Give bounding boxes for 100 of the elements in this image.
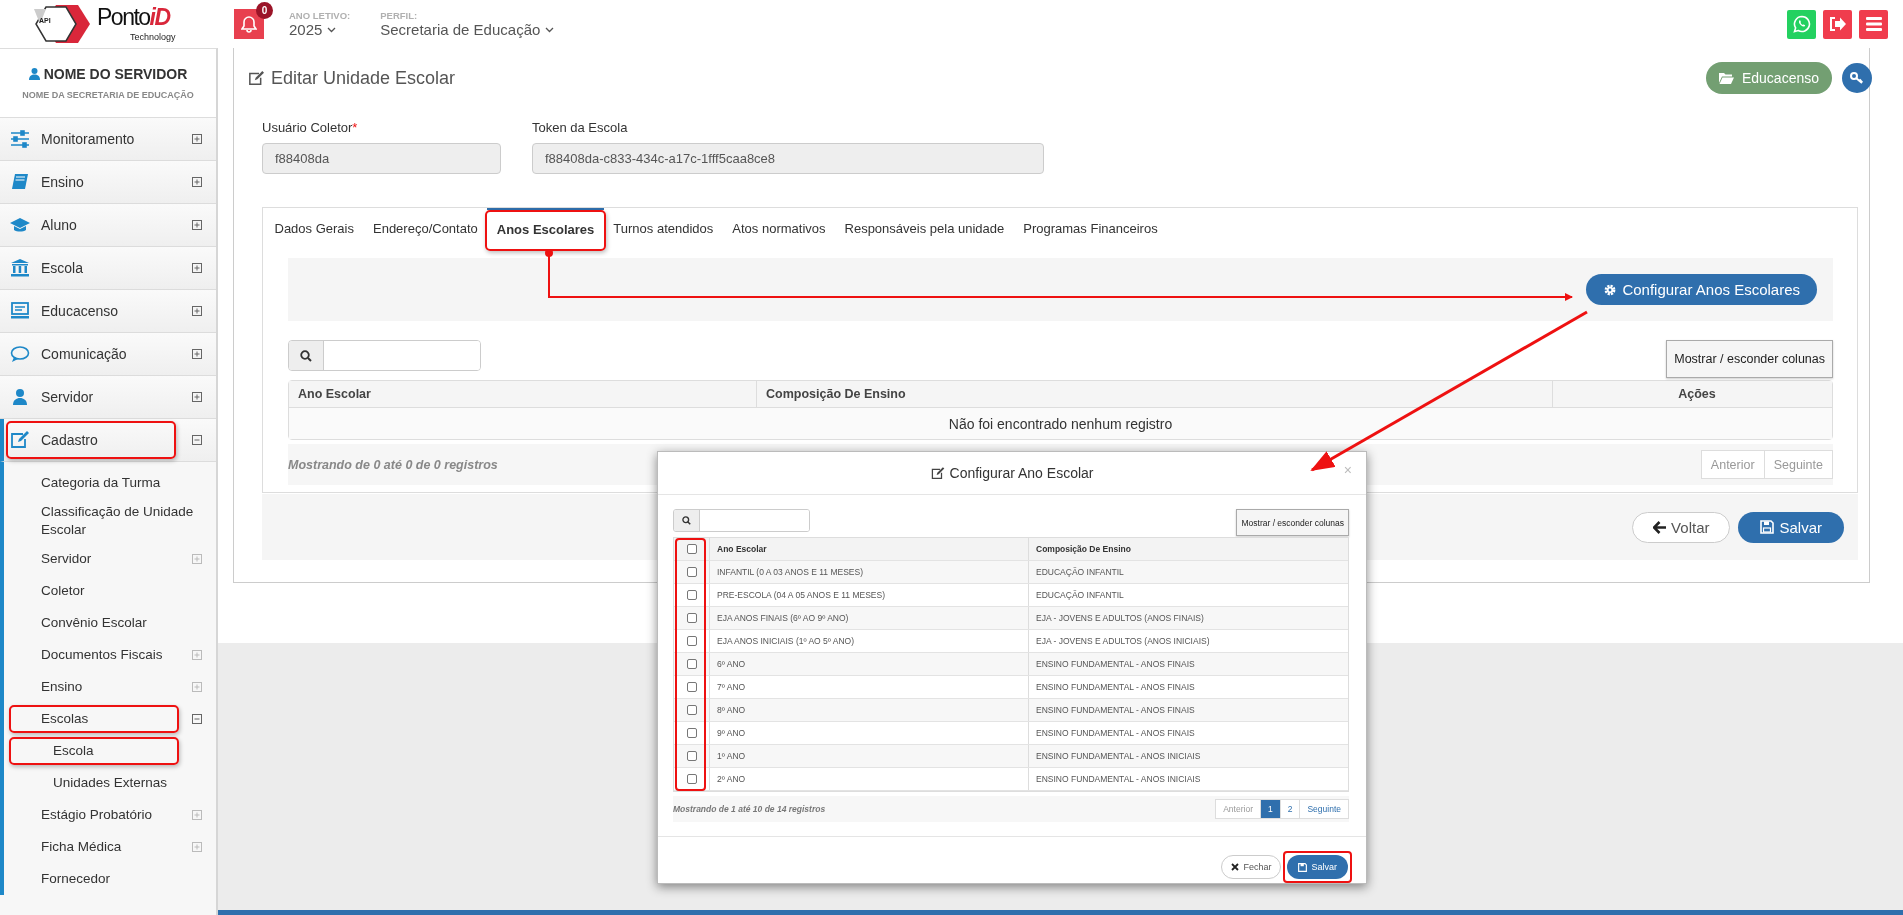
submenu-item[interactable]: Classificação de Unidade Escolar <box>4 499 216 543</box>
row-checkbox[interactable] <box>686 659 697 669</box>
tab[interactable]: Turnos atendidos <box>603 208 723 248</box>
tab[interactable]: Atos normativos <box>722 208 835 248</box>
expand-icon <box>192 263 202 273</box>
logo-wordmark: PontoiD <box>97 4 170 31</box>
user-name: NOME DO SERVIDOR <box>43 66 188 82</box>
submenu-item[interactable]: Estágio Probatório <box>4 799 216 831</box>
column-header: Composição De Ensino <box>1035 543 1132 556</box>
field-label: Token da Escola <box>532 120 629 135</box>
arrow-left-icon <box>1653 520 1668 534</box>
row-checkbox[interactable] <box>686 728 697 738</box>
configure-button[interactable]: Configurar Anos Escolares <box>1586 274 1817 305</box>
row-checkbox[interactable] <box>686 636 697 646</box>
record-summary: Mostrando de 0 até 0 de 0 registros <box>288 457 498 472</box>
key-icon <box>1850 72 1864 84</box>
text-field[interactable]: f88408da <box>262 143 501 174</box>
row-checkbox[interactable] <box>686 567 697 577</box>
search-field[interactable] <box>288 340 481 371</box>
notifications-button[interactable] <box>234 9 264 39</box>
submenu-item[interactable]: Coletor <box>4 575 216 607</box>
table-cell: EJA ANOS INICIAIS (1º AO 5º ANO) <box>710 630 1029 652</box>
tab[interactable]: Responsáveis pela unidade <box>835 208 1014 248</box>
column-toggle-button[interactable]: Mostrar / esconder colunas <box>1236 509 1349 536</box>
submenu-item[interactable]: Categoria da Turma <box>4 467 216 499</box>
expand-icon <box>192 682 202 692</box>
submenu-item[interactable]: Ficha Médica <box>4 831 216 863</box>
chat-icon <box>10 345 30 363</box>
table-cell: 2º ANO <box>710 768 1029 790</box>
column-header: Ano Escolar <box>289 381 757 407</box>
table-cell: 9º ANO <box>710 722 1029 744</box>
folder-icon <box>1718 72 1734 84</box>
expand-icon <box>192 650 202 660</box>
gear-icon <box>1603 282 1618 297</box>
chat-phone-icon <box>1792 15 1811 33</box>
row-checkbox[interactable] <box>686 590 697 600</box>
year-dropdown[interactable]: 2025 <box>289 21 351 38</box>
modal-title: Configurar Ano Escolar <box>949 465 1094 481</box>
pagination-button[interactable]: 1 <box>1259 799 1281 819</box>
row-checkbox[interactable] <box>686 705 697 715</box>
sidebar-item[interactable]: Cadastro <box>0 419 216 462</box>
menu-button[interactable] <box>1859 9 1888 39</box>
profile-dropdown[interactable]: Secretaria de Educação <box>380 21 555 38</box>
close-button[interactable]: Fechar <box>1221 855 1282 879</box>
bell-icon <box>241 15 257 33</box>
back-button[interactable]: Voltar <box>1632 511 1731 543</box>
empty-message: Não foi encontrado nenhum registro <box>948 415 1173 432</box>
submenu-item[interactable]: Documentos Fiscais <box>4 639 216 671</box>
tab[interactable]: Dados Gerais <box>265 208 364 248</box>
menu-icon <box>1865 17 1882 31</box>
search-field[interactable] <box>673 509 810 532</box>
tab[interactable]: Programas Financeiros <box>1013 208 1168 248</box>
select-all-checkbox[interactable] <box>686 544 697 554</box>
tab[interactable]: Endereço/Contato <box>363 208 488 248</box>
expand-icon <box>192 177 202 187</box>
tab[interactable]: Anos Escolares <box>487 208 604 248</box>
key-button[interactable] <box>1842 63 1872 93</box>
expand-icon <box>192 349 202 359</box>
submenu-item[interactable]: Fornecedor <box>4 863 216 895</box>
notification-count: 0 <box>256 2 273 19</box>
expand-icon <box>192 554 202 564</box>
table-cell: 8º ANO <box>710 699 1029 721</box>
edit-icon <box>248 70 265 86</box>
save-button[interactable]: Salvar <box>1738 511 1844 543</box>
submenu-item[interactable]: Escolas <box>4 703 216 735</box>
submenu-item[interactable]: Convênio Escolar <box>4 607 216 639</box>
page-title: Editar Unidade Escolar <box>271 67 456 89</box>
table-cell-text: EDUCAÇÃO INFANTIL <box>1035 566 1125 579</box>
table-cell: 1º ANO <box>710 745 1029 767</box>
text-field[interactable]: f88408da-c833-434c-a17c-1fff5caa8ce8 <box>532 143 1044 174</box>
bank-icon <box>10 259 30 277</box>
user-icon <box>10 388 30 406</box>
table-cell-text: ENSINO FUNDAMENTAL - ANOS FINAIS <box>1035 727 1196 740</box>
table-cell-text: ENSINO FUNDAMENTAL - ANOS FINAIS <box>1035 681 1196 694</box>
row-checkbox[interactable] <box>686 751 697 761</box>
row-checkbox[interactable] <box>686 682 697 692</box>
table-cell-text: EJA - JOVENS E ADULTOS (ANOS FINAIS) <box>1035 612 1205 625</box>
table-cell: INFANTIL (0 A 03 ANOS E 11 MESES) <box>710 561 1029 583</box>
save-button[interactable]: Salvar <box>1287 855 1348 879</box>
column-toggle-button[interactable]: Mostrar / esconder colunas <box>1666 340 1833 378</box>
table-cell-text: ENSINO FUNDAMENTAL - ANOS INICIAIS <box>1035 773 1202 786</box>
submenu-item[interactable]: Escola <box>4 735 216 767</box>
record-summary: Mostrando de 1 até 10 de 14 registros <box>673 804 826 814</box>
table-cell: 6º ANO <box>710 653 1029 675</box>
edit-icon <box>930 466 945 480</box>
pagination-button[interactable]: Seguinte <box>1299 799 1349 819</box>
expand-icon <box>192 392 202 402</box>
table-cell: 7º ANO <box>710 676 1029 698</box>
collapse-icon <box>192 435 202 445</box>
search-icon <box>682 516 691 525</box>
submenu-item[interactable]: Servidor <box>4 543 216 575</box>
search-button[interactable] <box>674 510 700 531</box>
submenu-item[interactable]: Unidades Externas <box>4 767 216 799</box>
row-checkbox[interactable] <box>686 613 697 623</box>
search-button[interactable] <box>289 341 324 370</box>
submenu-item[interactable]: Ensino <box>4 671 216 703</box>
table-cell-text: EJA - JOVENS E ADULTOS (ANOS INICIAIS) <box>1035 635 1211 648</box>
table-cell-text: EDUCAÇÃO INFANTIL <box>1035 589 1125 602</box>
logout-button[interactable] <box>1823 9 1852 39</box>
row-checkbox[interactable] <box>686 774 697 784</box>
